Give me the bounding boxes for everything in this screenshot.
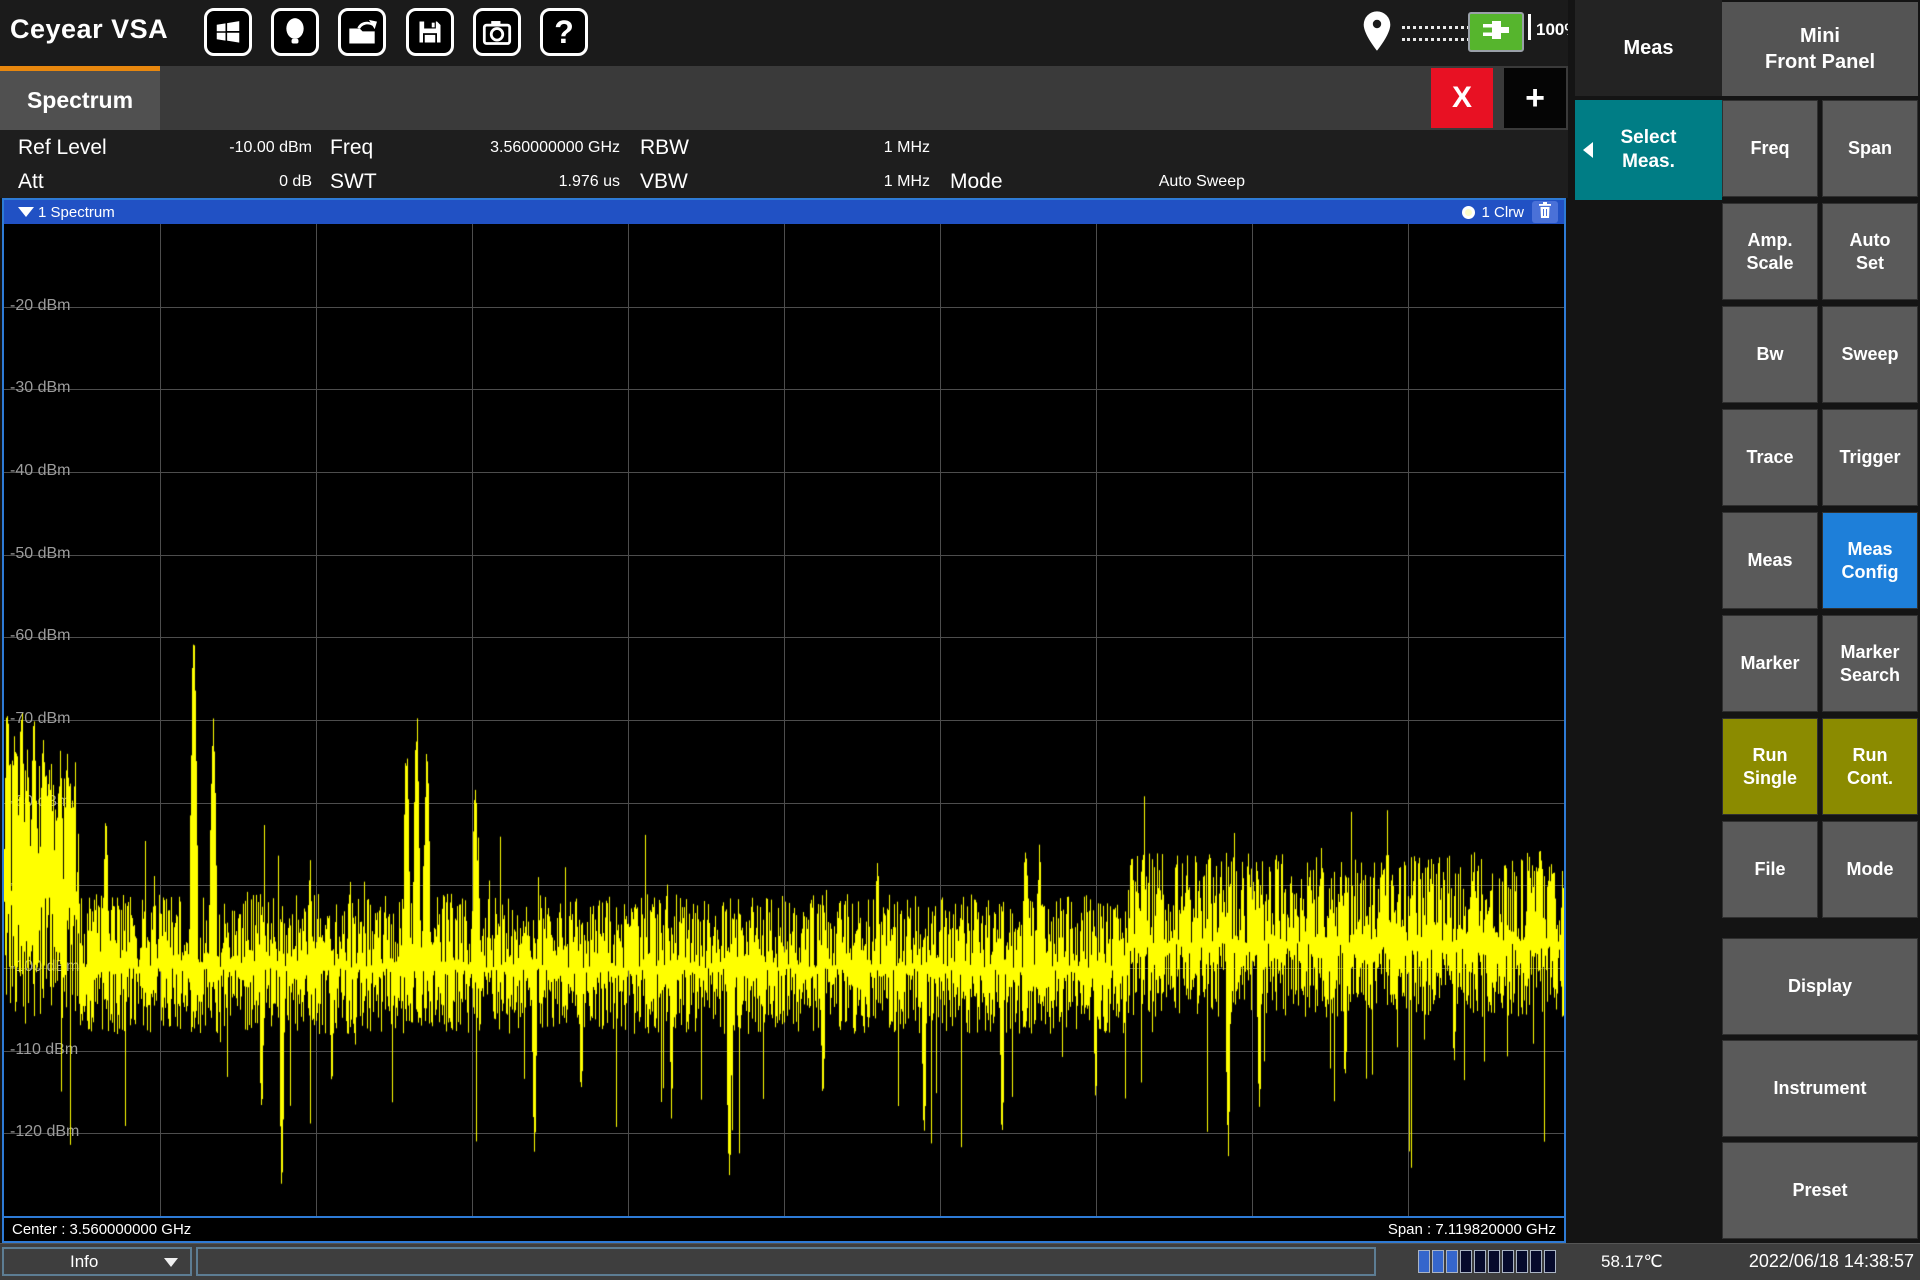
progress-segment [1488, 1250, 1500, 1273]
softkey-display[interactable]: Display [1722, 938, 1918, 1035]
setting-label-vbw: VBW [640, 170, 688, 194]
setting-label-ref-level: Ref Level [18, 136, 107, 160]
meas-menu-header: Meas [1575, 0, 1722, 96]
select-meas-label: Select Meas. [1621, 126, 1677, 174]
softkey-file[interactable]: File [1722, 821, 1818, 918]
progress-segment [1516, 1250, 1528, 1273]
setting-label-rbw: RBW [640, 136, 689, 160]
progress-segment [1432, 1250, 1444, 1273]
setting-value-swt[interactable]: 1.976 us [430, 173, 620, 191]
trace-legend-label: 1 Clrw [1481, 204, 1524, 221]
power-status [1468, 12, 1524, 52]
progress-segment [1474, 1250, 1486, 1273]
app-title: Ceyear VSA [10, 14, 168, 45]
softkey-run-single[interactable]: Run Single [1722, 718, 1818, 815]
softkey-bw[interactable]: Bw [1722, 306, 1818, 403]
softkey-mode[interactable]: Mode [1822, 821, 1918, 918]
softkey-preset[interactable]: Preset [1722, 1142, 1918, 1239]
softkey-instrument[interactable]: Instrument [1722, 1040, 1918, 1137]
setting-label-freq: Freq [330, 136, 373, 160]
softkey-span[interactable]: Span [1822, 100, 1918, 197]
backlight-button[interactable] [271, 8, 319, 56]
windows-icon [213, 17, 243, 47]
collapse-triangle-icon[interactable] [18, 207, 34, 217]
help-icon: ? [554, 14, 574, 51]
datetime-readout: 2022/06/18 14:38:57 [1749, 1251, 1914, 1272]
temperature-readout: 58.17℃ [1601, 1252, 1663, 1272]
softkey-marker[interactable]: Marker [1722, 615, 1818, 712]
softkey-trace[interactable]: Trace [1722, 409, 1818, 506]
setting-value-freq[interactable]: 3.560000000 GHz [430, 139, 620, 157]
delete-trace-button[interactable] [1532, 201, 1558, 223]
progress-segment [1530, 1250, 1542, 1273]
span-label: Span : 7.119820000 GHz [1388, 1221, 1556, 1238]
progress-segment [1446, 1250, 1458, 1273]
progress-segment [1460, 1250, 1472, 1273]
select-meas-button[interactable]: Select Meas. [1575, 100, 1722, 200]
softkey-meas-config[interactable]: Meas Config [1822, 512, 1918, 609]
tab-spectrum[interactable]: Spectrum [0, 66, 160, 130]
dropdown-arrow-icon [164, 1258, 178, 1267]
open-file-icon [347, 17, 377, 47]
setting-value-mode[interactable]: Auto Sweep [1050, 173, 1245, 191]
softkey-amp-scale[interactable]: Amp. Scale [1722, 203, 1818, 300]
setting-label-mode: Mode [950, 170, 1003, 194]
softkey-run-cont[interactable]: Run Cont. [1822, 718, 1918, 815]
softkey-trigger[interactable]: Trigger [1822, 409, 1918, 506]
spectrum-window-title: 1 Spectrum [38, 204, 115, 221]
screenshot-button[interactable] [473, 8, 521, 56]
setting-value-rbw[interactable]: 1 MHz [740, 139, 930, 157]
settings-summary: Ref Level -10.00 dBm Freq 3.560000000 GHz RB… [0, 130, 1568, 198]
progress-segment [1544, 1250, 1556, 1273]
save-button[interactable] [406, 8, 454, 56]
setting-label-swt: SWT [330, 170, 377, 194]
progress-segment [1502, 1250, 1514, 1273]
app-screen: Ceyear VSA ? [0, 0, 1920, 1280]
spectrum-window: 1 Spectrum 1 Clrw -20 dBm-30 dBm-40 dBm-… [2, 198, 1566, 1243]
mini-front-panel-header: Mini Front Panel [1722, 2, 1918, 96]
trace-legend: 1 Clrw [1462, 200, 1524, 224]
setting-value-ref-level[interactable]: -10.00 dBm [118, 139, 312, 157]
help-button[interactable]: ? [540, 8, 588, 56]
spectrum-window-titlebar: 1 Spectrum 1 Clrw [4, 200, 1564, 224]
save-icon [416, 18, 444, 46]
softkey-sweep[interactable]: Sweep [1822, 306, 1918, 403]
location-pin-icon [1360, 10, 1394, 57]
progress-segments [1418, 1250, 1558, 1273]
open-file-button[interactable] [338, 8, 386, 56]
progress-segment [1418, 1250, 1430, 1273]
spectrum-window-footer: Center : 3.560000000 GHz Span : 7.119820… [4, 1216, 1564, 1241]
close-tab-button[interactable]: X [1431, 68, 1493, 128]
setting-label-att: Att [18, 170, 44, 194]
softkey-marker-search[interactable]: Marker Search [1822, 615, 1918, 712]
tab-bar: Spectrum X + [0, 66, 1568, 130]
status-message-box [196, 1247, 1376, 1276]
spectrum-plot-area[interactable]: -20 dBm-30 dBm-40 dBm-50 dBm-60 dBm-70 d… [4, 224, 1564, 1216]
softkey-meas[interactable]: Meas [1722, 512, 1818, 609]
add-tab-button[interactable]: + [1504, 68, 1566, 128]
camera-icon [482, 18, 512, 46]
battery-plug-icon [1479, 17, 1513, 48]
bulb-icon [281, 17, 309, 47]
trash-icon [1538, 202, 1552, 223]
center-frequency-label: Center : 3.560000000 GHz [12, 1221, 191, 1238]
setting-value-vbw[interactable]: 1 MHz [740, 173, 930, 191]
select-meas-arrow-icon [1583, 142, 1593, 158]
spectrum-trace [4, 224, 1564, 1216]
softkey-panel: Meas Select Meas. Mini Front Panel FreqS… [1568, 0, 1920, 1243]
windows-menu-button[interactable] [204, 8, 252, 56]
info-dropdown[interactable]: Info [2, 1247, 192, 1276]
info-dropdown-label: Info [70, 1252, 98, 1272]
trace-dot-icon [1462, 206, 1475, 219]
softkey-auto-set[interactable]: Auto Set [1822, 203, 1918, 300]
battery-divider [1528, 14, 1531, 40]
top-bar: Ceyear VSA ? [0, 0, 1568, 66]
status-bar: Info 58.17℃ 2022/06/18 14:38:57 [0, 1243, 1920, 1280]
setting-value-att[interactable]: 0 dB [118, 173, 312, 191]
softkey-freq[interactable]: Freq [1722, 100, 1818, 197]
